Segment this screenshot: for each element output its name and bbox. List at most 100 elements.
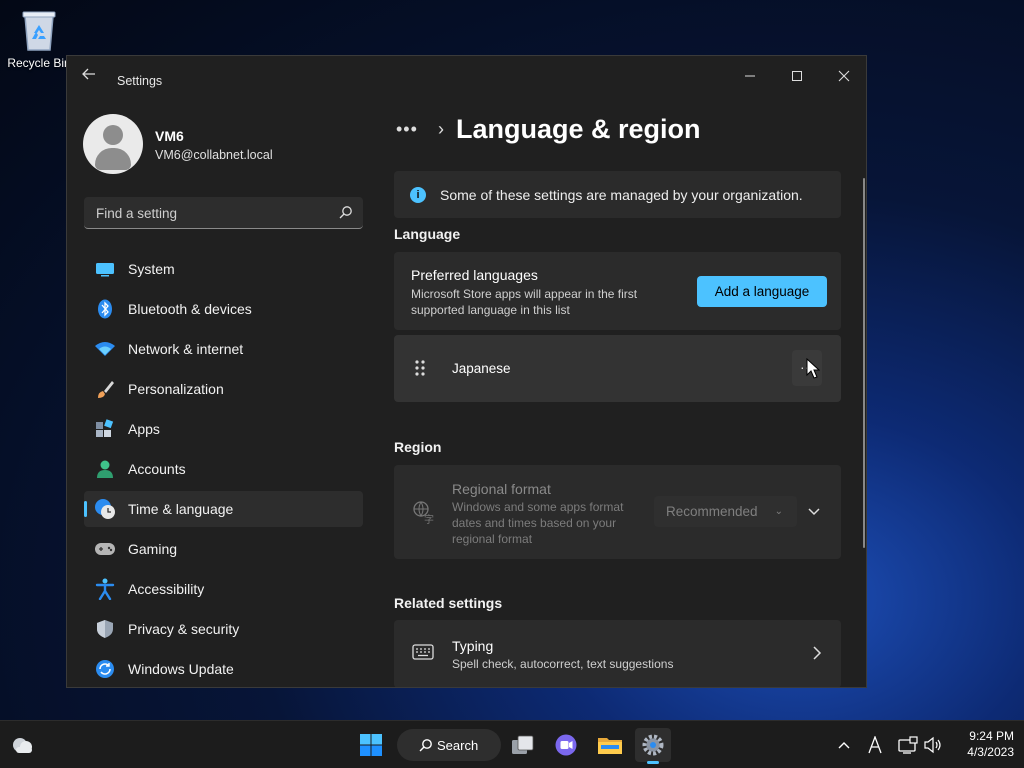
- clock-date: 4/3/2023: [967, 745, 1014, 759]
- nav-item-network[interactable]: Network & internet: [84, 331, 363, 367]
- regional-format-value: Recommended: [666, 504, 758, 519]
- section-heading-language: Language: [394, 226, 461, 242]
- apps-icon: [94, 418, 116, 440]
- back-button[interactable]: [81, 66, 101, 86]
- network-status-button[interactable]: [897, 735, 919, 755]
- network-icon: [898, 736, 918, 754]
- weather-cloud-icon: [13, 738, 32, 753]
- window-title: Settings: [117, 74, 163, 88]
- settings-taskbar-button[interactable]: [635, 728, 671, 764]
- nav-item-label: Bluetooth & devices: [128, 301, 252, 317]
- drag-handle-icon[interactable]: [414, 359, 426, 377]
- maximize-icon: [792, 71, 802, 81]
- task-view-button[interactable]: [505, 728, 541, 762]
- taskbar-search-button[interactable]: Search: [397, 729, 501, 761]
- file-explorer-button[interactable]: [592, 728, 628, 762]
- scrollbar[interactable]: [863, 178, 865, 548]
- recycle-bin-label: Recycle Bin: [7, 56, 71, 70]
- minimize-button[interactable]: [727, 60, 773, 92]
- info-icon: i: [410, 186, 426, 203]
- breadcrumb-overflow-button[interactable]: •••: [396, 119, 426, 140]
- user-email: VM6@collabnet.local: [155, 148, 273, 162]
- search-input[interactable]: [94, 197, 328, 229]
- start-button[interactable]: [353, 728, 389, 762]
- page-title: Language & region: [456, 114, 701, 144]
- nav-item-label: Windows Update: [128, 661, 234, 677]
- nav-item-label: Privacy & security: [128, 621, 240, 637]
- nav-item-privacy[interactable]: Privacy & security: [84, 611, 363, 647]
- preferred-languages-card: Preferred languages Microsoft Store apps…: [394, 252, 841, 330]
- folder-icon: [598, 738, 622, 754]
- gear-icon: [642, 734, 664, 756]
- chevron-right-icon: ›: [438, 119, 444, 139]
- brush-icon: [94, 378, 116, 400]
- wifi-icon: [94, 338, 116, 360]
- nav-item-apps[interactable]: Apps: [84, 411, 363, 447]
- nav-item-gaming[interactable]: Gaming: [84, 531, 363, 567]
- teams-chat-button[interactable]: [548, 728, 584, 762]
- preferred-languages-title: Preferred languages: [411, 267, 538, 283]
- search-box[interactable]: [84, 197, 363, 229]
- task-view-icon: [512, 735, 534, 754]
- section-heading-related: Related settings: [394, 595, 503, 611]
- nav-item-time-language[interactable]: Time & language: [84, 491, 363, 527]
- show-hidden-icons-button[interactable]: [834, 735, 854, 755]
- recycle-bin-icon: [19, 8, 59, 52]
- accessibility-icon: [94, 578, 116, 600]
- input-indicator-button[interactable]: [865, 735, 885, 755]
- taskbar: Search 9:24 PM 4/3/2023: [0, 720, 1024, 768]
- info-bar: i Some of these settings are managed by …: [394, 171, 841, 218]
- speaker-icon: [924, 736, 941, 754]
- typing-link-card[interactable]: Typing Spell check, autocorrect, text su…: [394, 620, 841, 687]
- accounts-icon: [94, 458, 116, 480]
- mouse-cursor-icon: [806, 358, 820, 379]
- shield-icon: [94, 618, 116, 640]
- svg-text:字: 字: [424, 513, 434, 524]
- nav-item-windows-update[interactable]: Windows Update: [84, 651, 363, 687]
- nav-item-label: Time & language: [128, 501, 234, 517]
- expand-chevron-icon[interactable]: [806, 503, 822, 519]
- search-icon: [339, 206, 352, 219]
- language-entry-japanese[interactable]: Japanese ···: [394, 335, 841, 402]
- recycle-bin[interactable]: Recycle Bin: [6, 8, 72, 70]
- windows-logo-icon: [360, 734, 382, 756]
- update-icon: [94, 658, 116, 680]
- typing-description: Spell check, autocorrect, text suggestio…: [452, 657, 674, 671]
- chevron-down-icon: ⌄: [774, 506, 783, 517]
- taskbar-search-label: Search: [437, 737, 479, 753]
- taskbar-clock[interactable]: 9:24 PM 4/3/2023: [948, 728, 1014, 760]
- regional-format-icon: 字: [413, 501, 434, 524]
- close-icon: [838, 70, 850, 82]
- section-heading-region: Region: [394, 439, 442, 455]
- weather-widget-button[interactable]: [5, 728, 41, 762]
- nav-item-bluetooth[interactable]: Bluetooth & devices: [84, 291, 363, 327]
- nav-list: System Bluetooth & devices Network & int…: [84, 251, 363, 687]
- close-button[interactable]: [821, 60, 866, 92]
- keyboard-icon: [412, 644, 434, 660]
- nav-item-label: Accessibility: [128, 581, 205, 597]
- language-name: Japanese: [452, 361, 511, 376]
- nav-item-accessibility[interactable]: Accessibility: [84, 571, 363, 607]
- avatar: [83, 114, 143, 174]
- clock-time: 9:24 PM: [969, 729, 1014, 743]
- nav-item-system[interactable]: System: [84, 251, 363, 287]
- chevron-right-icon: [813, 646, 822, 660]
- chevron-up-icon: [838, 742, 850, 749]
- regional-format-dropdown[interactable]: Recommended ⌄: [654, 496, 797, 527]
- system-icon: [94, 258, 116, 280]
- nav-item-personalization[interactable]: Personalization: [84, 371, 363, 407]
- bluetooth-icon: [94, 298, 116, 320]
- search-icon: [419, 739, 432, 752]
- regional-format-description: Windows and some apps format dates and t…: [452, 500, 624, 546]
- nav-item-accounts[interactable]: Accounts: [84, 451, 363, 487]
- clock-globe-icon: [94, 498, 116, 520]
- maximize-button[interactable]: [774, 60, 820, 92]
- nav-item-label: Accounts: [128, 461, 186, 477]
- user-name: VM6: [155, 128, 184, 144]
- add-language-button[interactable]: Add a language: [697, 276, 827, 307]
- volume-button[interactable]: [922, 735, 944, 755]
- regional-format-title: Regional format: [452, 481, 551, 497]
- regional-format-card[interactable]: 字 Regional format Windows and some apps …: [394, 465, 841, 559]
- info-text: Some of these settings are managed by yo…: [440, 186, 803, 203]
- arrow-left-icon: [82, 68, 95, 80]
